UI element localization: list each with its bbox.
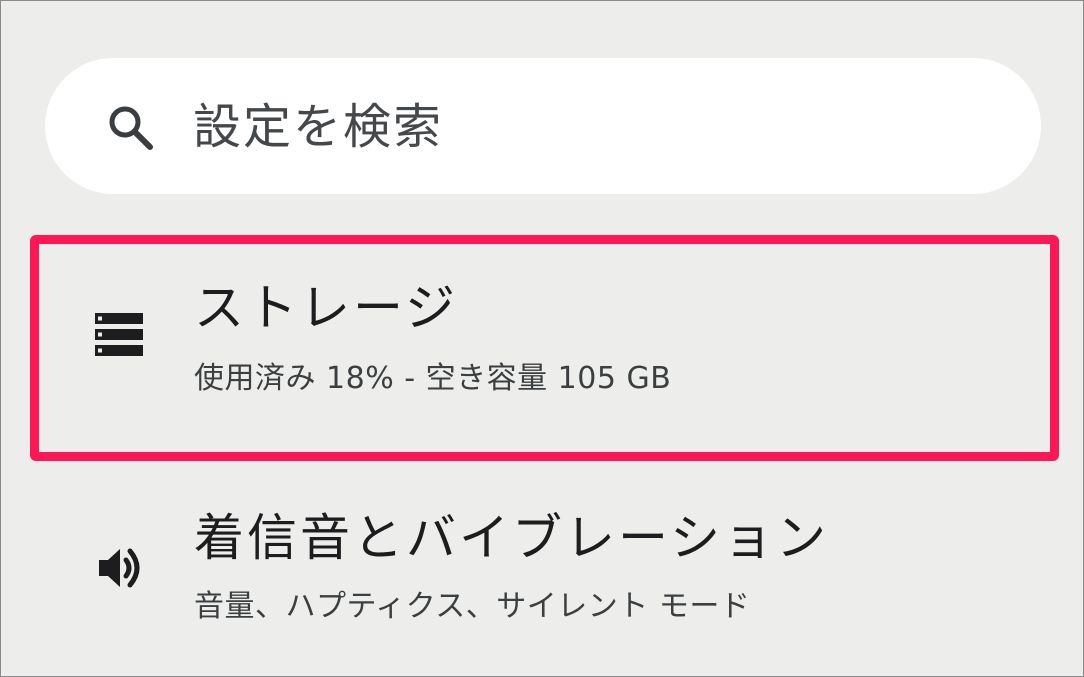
speaker-icon bbox=[99, 548, 140, 588]
storage-subtitle: 使用済み 18% - 空き容量 105 GB bbox=[194, 361, 672, 396]
sound-vibration-subtitle: 音量、ハプティクス、サイレント モード bbox=[194, 589, 751, 624]
storage-icon bbox=[95, 313, 143, 356]
settings-item-sound-vibration[interactable]: 着信音とバイブレーション 音量、ハプティクス、サイレント モード bbox=[1, 471, 1083, 676]
settings-item-storage[interactable]: ストレージ 使用済み 18% - 空き容量 105 GB bbox=[1, 237, 1083, 459]
settings-screen: 設定を検索 ストレージ 使用済み 18% - 空き容量 105 GB 着信音とバ… bbox=[0, 0, 1084, 677]
search-placeholder[interactable]: 設定を検索 bbox=[193, 97, 443, 157]
storage-title: ストレージ bbox=[194, 279, 458, 337]
sound-vibration-title: 着信音とバイブレーション bbox=[194, 509, 829, 567]
search-icon bbox=[109, 106, 153, 150]
